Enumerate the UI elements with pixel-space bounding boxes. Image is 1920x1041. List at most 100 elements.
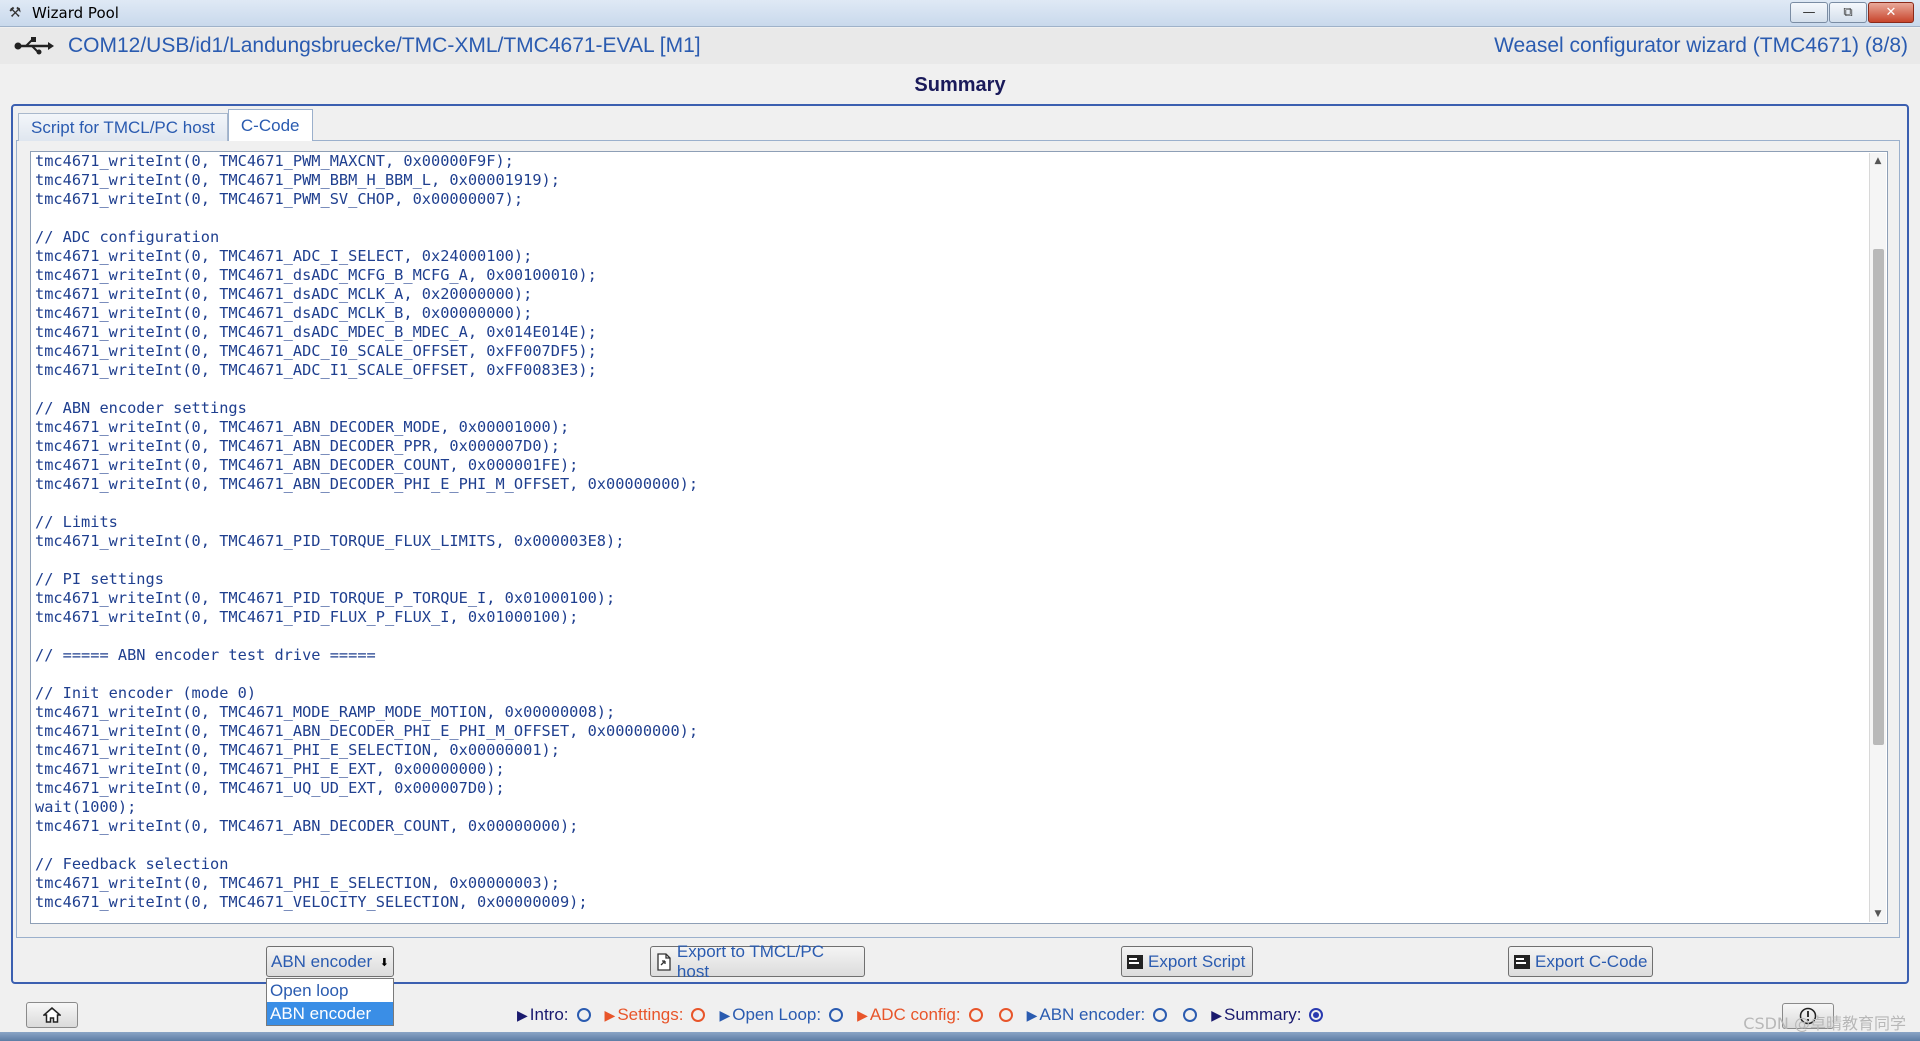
- maximize-button[interactable]: ⧉: [1829, 2, 1867, 23]
- code-line: tmc4671_writeInt(0, TMC4671_dsADC_MCFG_B…: [35, 266, 597, 284]
- wizard-steps: ▶ Intro: ▶ Settings: ▶ Open Loop: ▶ ADC …: [517, 1005, 1337, 1025]
- play-icon: ▶: [517, 1006, 528, 1023]
- code-line: // Limits: [35, 513, 118, 531]
- wand-icon: ⚒: [8, 5, 22, 21]
- code-line: tmc4671_writeInt(0, TMC4671_ABN_DECODER_…: [35, 418, 570, 436]
- scroll-down-icon[interactable]: ▼: [1870, 906, 1886, 922]
- play-icon: ▶: [1211, 1006, 1222, 1023]
- watermark: CSDN @卓晴教育同学: [1743, 1014, 1906, 1033]
- code-line: tmc4671_writeInt(0, TMC4671_ABN_DECODER_…: [35, 437, 560, 455]
- code-line: // ===== ABN encoder test drive =====: [35, 646, 376, 664]
- code-line: wait(1000);: [35, 798, 137, 816]
- scroll-thumb[interactable]: [1873, 249, 1884, 745]
- code-line: tmc4671_writeInt(0, TMC4671_PID_FLUX_P_F…: [35, 608, 579, 626]
- code-line: tmc4671_writeInt(0, TMC4671_dsADC_MDEC_B…: [35, 323, 597, 341]
- step-indicator-active: [1309, 1008, 1324, 1022]
- code-line: tmc4671_writeInt(0, TMC4671_PHI_E_SELECT…: [35, 874, 560, 892]
- close-button[interactable]: ✕: [1868, 2, 1914, 23]
- code-line: tmc4671_writeInt(0, TMC4671_dsADC_MCLK_A…: [35, 285, 533, 303]
- step-abn-encoder[interactable]: ▶ ABN encoder:: [1027, 1005, 1198, 1025]
- tab-c-code[interactable]: C-Code: [227, 109, 313, 141]
- step-indicator: [1153, 1008, 1168, 1022]
- play-icon: ▶: [1026, 1006, 1038, 1023]
- minimize-button[interactable]: —: [1790, 2, 1828, 23]
- export-script-label: Export Script: [1148, 951, 1246, 971]
- home-icon: [43, 1007, 61, 1023]
- code-line: tmc4671_writeInt(0, TMC4671_ADC_I1_SCALE…: [35, 361, 597, 379]
- mode-select-value: ABN encoder: [271, 951, 373, 971]
- mode-select[interactable]: ABN encoder ⬇: [266, 946, 394, 977]
- step-indicator: [576, 1008, 591, 1022]
- play-icon: ▶: [604, 1006, 616, 1023]
- connection-header: COM12/USB/id1/Landungsbruecke/TMC-XML/TM…: [0, 28, 1920, 64]
- vertical-scrollbar[interactable]: ▲ ▼: [1869, 153, 1886, 922]
- code-line: tmc4671_writeInt(0, TMC4671_PHI_E_EXT, 0…: [35, 760, 505, 778]
- step-adc-config[interactable]: ▶ ADC config:: [857, 1005, 1013, 1025]
- code-line: tmc4671_writeInt(0, TMC4671_ABN_DECODER_…: [35, 456, 579, 474]
- code-line: // Init encoder (mode 0): [35, 684, 257, 702]
- export-tmcl-button[interactable]: Export to TMCL/PC host: [650, 942, 865, 981]
- code-line: tmc4671_writeInt(0, TMC4671_PWM_BBM_H_BB…: [35, 171, 560, 189]
- home-button[interactable]: [26, 1002, 78, 1028]
- option-open-loop[interactable]: Open loop: [267, 979, 393, 1002]
- step-label: ADC config:: [869, 1005, 961, 1024]
- code-line: tmc4671_writeInt(0, TMC4671_dsADC_MCLK_B…: [35, 304, 533, 322]
- code-line: tmc4671_writeInt(0, TMC4671_PHI_E_SELECT…: [35, 741, 560, 759]
- step-label: ABN encoder:: [1039, 1005, 1146, 1024]
- page-title: Summary: [914, 74, 1006, 96]
- step-intro[interactable]: ▶ Intro:: [517, 1005, 591, 1025]
- step-label: Open Loop:: [732, 1005, 822, 1024]
- step-label: Intro:: [529, 1005, 569, 1024]
- usb-icon: [14, 37, 54, 55]
- chevron-down-icon: ⬇: [379, 957, 389, 969]
- tab-bar: Script for TMCL/PC host C-Code: [18, 109, 313, 141]
- code-content: tmc4671_writeInt(0, TMC4671_PWM_MAXCNT, …: [35, 152, 1867, 912]
- code-line: tmc4671_writeInt(0, TMC4671_MODE_RAMP_MO…: [35, 703, 616, 721]
- code-line: tmc4671_writeInt(0, TMC4671_ADC_I_SELECT…: [35, 247, 533, 265]
- code-line: // ADC configuration: [35, 228, 220, 246]
- window-titlebar: ⚒ Wizard Pool — ⧉ ✕: [0, 0, 1920, 27]
- step-open-loop[interactable]: ▶ Open Loop:: [719, 1005, 844, 1025]
- step-label: Settings:: [617, 1005, 684, 1024]
- taskbar: [0, 1032, 1920, 1041]
- scroll-up-icon[interactable]: ▲: [1870, 153, 1886, 169]
- step-label: Summary:: [1224, 1005, 1302, 1024]
- step-indicator: [968, 1008, 983, 1022]
- export-code-icon: [1513, 953, 1531, 971]
- tab-script-tmcl[interactable]: Script for TMCL/PC host: [18, 113, 228, 141]
- step-indicator: [691, 1008, 706, 1022]
- option-abn-encoder[interactable]: ABN encoder: [267, 1002, 393, 1025]
- export-ccode-button[interactable]: Export C-Code: [1508, 946, 1653, 977]
- code-line: tmc4671_writeInt(0, TMC4671_ABN_DECODER_…: [35, 475, 699, 493]
- code-line: // Feedback selection: [35, 855, 229, 873]
- play-icon: ▶: [857, 1006, 868, 1023]
- code-line: tmc4671_writeInt(0, TMC4671_PID_TORQUE_P…: [35, 589, 616, 607]
- connection-path: COM12/USB/id1/Landungsbruecke/TMC-XML/TM…: [68, 34, 701, 57]
- code-line: // ABN encoder settings: [35, 399, 247, 417]
- code-line: tmc4671_writeInt(0, TMC4671_ABN_DECODER_…: [35, 817, 579, 835]
- code-line: tmc4671_writeInt(0, TMC4671_ADC_I0_SCALE…: [35, 342, 597, 360]
- step-indicator: [1183, 1008, 1198, 1022]
- window-controls: — ⧉ ✕: [1790, 2, 1914, 23]
- step-summary[interactable]: ▶ Summary:: [1211, 1005, 1324, 1025]
- code-line: tmc4671_writeInt(0, TMC4671_ABN_DECODER_…: [35, 722, 699, 740]
- code-line: tmc4671_writeInt(0, TMC4671_UQ_UD_EXT, 0…: [35, 779, 505, 797]
- play-icon: ▶: [719, 1006, 731, 1023]
- export-script-icon: [1126, 953, 1144, 971]
- step-indicator: [829, 1008, 844, 1022]
- code-line: // PI settings: [35, 570, 164, 588]
- step-indicator: [998, 1008, 1013, 1022]
- wizard-title: Weasel configurator wizard (TMC4671) (8/…: [1494, 34, 1908, 57]
- code-line: tmc4671_writeInt(0, TMC4671_PID_TORQUE_F…: [35, 532, 625, 550]
- export-ccode-label: Export C-Code: [1535, 951, 1648, 971]
- export-document-icon: [655, 952, 673, 971]
- export-script-button[interactable]: Export Script: [1121, 946, 1253, 977]
- step-settings[interactable]: ▶ Settings:: [605, 1005, 706, 1025]
- code-textarea[interactable]: tmc4671_writeInt(0, TMC4671_PWM_MAXCNT, …: [30, 151, 1888, 924]
